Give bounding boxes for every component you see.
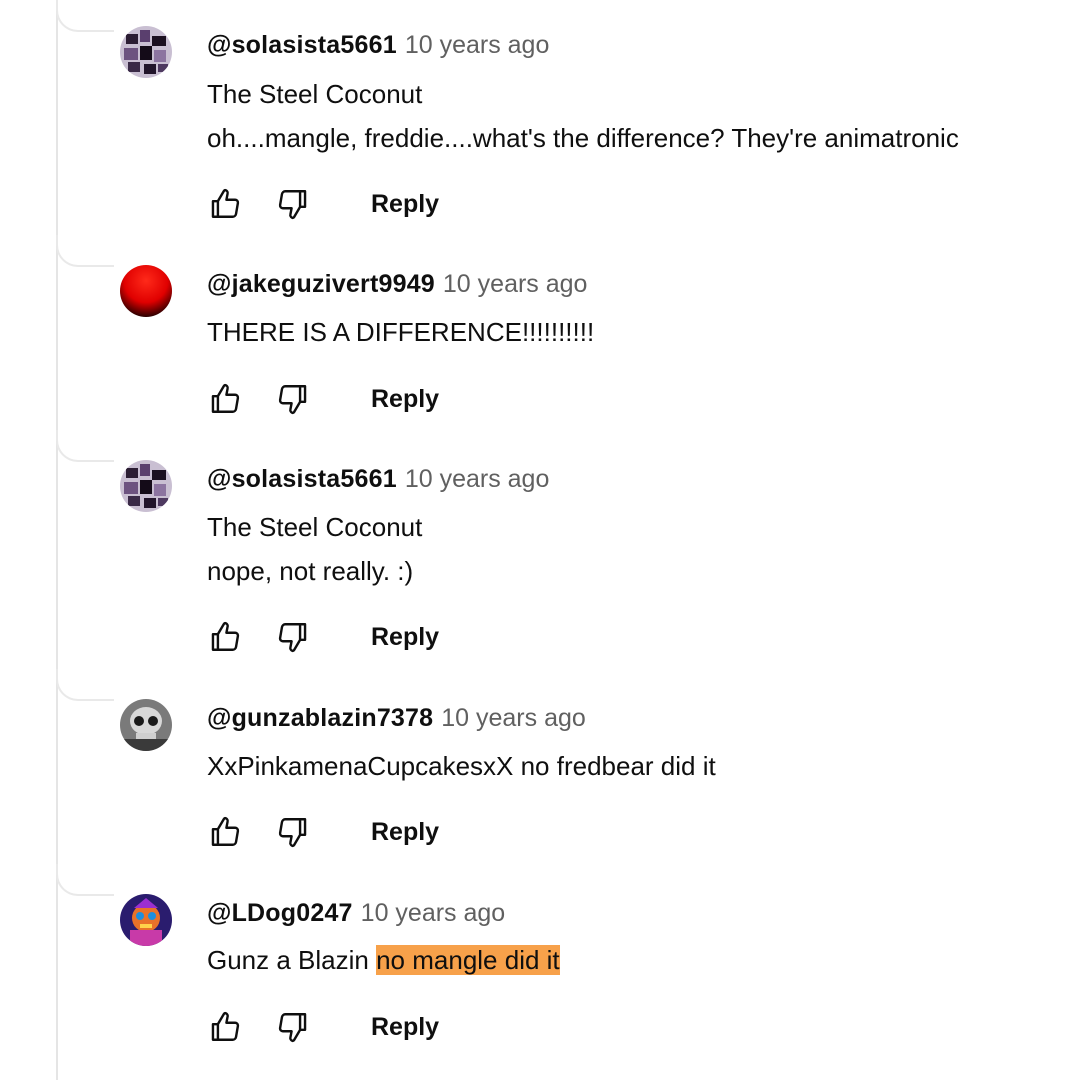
comment-actions: Reply (207, 1009, 507, 1049)
highlighted-text: no mangle did it (376, 945, 560, 975)
thumbs-down-icon (276, 187, 310, 221)
reply-button[interactable]: Reply (371, 188, 439, 220)
avatar[interactable] (120, 265, 172, 317)
comment-header: @LDog0247 10 years ago (207, 898, 505, 928)
author-handle[interactable]: @solasista5661 (207, 465, 397, 493)
reply-comment: @gunzablazin7378 10 years ago XxPinkamena… (0, 669, 1080, 873)
reply-button[interactable]: Reply (371, 816, 439, 848)
thumbs-up-icon (208, 1010, 242, 1044)
like-button[interactable] (207, 619, 243, 655)
comment-thread: @solasista5661 10 years ago The Steel Coc… (0, 0, 1080, 1080)
reply-button[interactable]: Reply (371, 621, 439, 653)
avatar[interactable] (120, 894, 172, 946)
comment-text-line: oh....mangle, freddie....what's the diff… (207, 123, 959, 153)
like-button[interactable] (207, 814, 243, 850)
mention-text: Gunz a Blazin (207, 945, 377, 975)
timestamp[interactable]: 10 years ago (405, 31, 550, 59)
comment-actions: Reply (207, 814, 507, 854)
like-button[interactable] (207, 381, 243, 417)
thread-connector (56, 235, 114, 267)
avatar-mosaic-image (120, 460, 172, 512)
thread-connector (56, 430, 114, 462)
author-handle[interactable]: @jakeguzivert9949 (207, 270, 435, 298)
dislike-button[interactable] (275, 814, 311, 850)
timestamp[interactable]: 10 years ago (405, 465, 550, 493)
avatar-red-sphere-image (120, 265, 172, 317)
comment-text-line: The Steel Coconut (207, 512, 423, 542)
thumbs-up-icon (208, 382, 242, 416)
comment-header: @gunzablazin7378 10 years ago (207, 703, 586, 733)
comment-header: @jakeguzivert9949 10 years ago (207, 269, 587, 299)
comment-header: @solasista5661 10 years ago (207, 464, 549, 494)
comment-header: @solasista5661 10 years ago (207, 30, 549, 60)
comment-text-line: THERE IS A DIFFERENCE!!!!!!!!!! (207, 317, 595, 347)
reply-comment: @solasista5661 10 years ago The Steel Coc… (0, 0, 1080, 200)
comment-actions: Reply (207, 619, 507, 659)
reply-button[interactable]: Reply (371, 1011, 439, 1043)
avatar-character-image (120, 894, 172, 946)
like-button[interactable] (207, 186, 243, 222)
timestamp[interactable]: 10 years ago (443, 270, 588, 298)
comment-actions: Reply (207, 186, 507, 226)
thumbs-up-icon (208, 620, 242, 654)
comment-text-line: The Steel Coconut (207, 79, 423, 109)
reply-comment: @jakeguzivert9949 10 years ago THERE IS A… (0, 235, 1080, 439)
avatar[interactable] (120, 699, 172, 751)
timestamp[interactable]: 10 years ago (361, 899, 506, 927)
comment-text-line: Gunz a Blazin no mangle did it (207, 944, 560, 976)
dislike-button[interactable] (275, 1009, 311, 1045)
thumbs-up-icon (208, 187, 242, 221)
dislike-button[interactable] (275, 381, 311, 417)
thumbs-down-icon (276, 620, 310, 654)
reply-button[interactable]: Reply (371, 383, 439, 415)
avatar[interactable] (120, 26, 172, 78)
comment-text-line: nope, not really. :) (207, 556, 414, 586)
author-handle[interactable]: @LDog0247 (207, 899, 353, 927)
reply-comment: @LDog0247 10 years ago Gunz a Blazin no m… (0, 864, 1080, 1068)
like-button[interactable] (207, 1009, 243, 1045)
thread-connector (56, 0, 114, 32)
comment-actions: Reply (207, 381, 507, 421)
dislike-button[interactable] (275, 186, 311, 222)
author-handle[interactable]: @solasista5661 (207, 31, 397, 59)
thumbs-down-icon (276, 1010, 310, 1044)
comment-text-line: XxPinkamenaCupcakesxX no fredbear did it (207, 751, 716, 781)
timestamp[interactable]: 10 years ago (441, 704, 586, 732)
avatar[interactable] (120, 460, 172, 512)
reply-comment: @solasista5661 10 years ago The Steel Coc… (0, 430, 1080, 634)
thumbs-up-icon (208, 815, 242, 849)
thread-connector (56, 864, 114, 896)
thumbs-down-icon (276, 815, 310, 849)
avatar-grey-skull-image (120, 699, 172, 751)
thread-connector (56, 669, 114, 701)
avatar-mosaic-image (120, 26, 172, 78)
thumbs-down-icon (276, 382, 310, 416)
author-handle[interactable]: @gunzablazin7378 (207, 704, 433, 732)
dislike-button[interactable] (275, 619, 311, 655)
